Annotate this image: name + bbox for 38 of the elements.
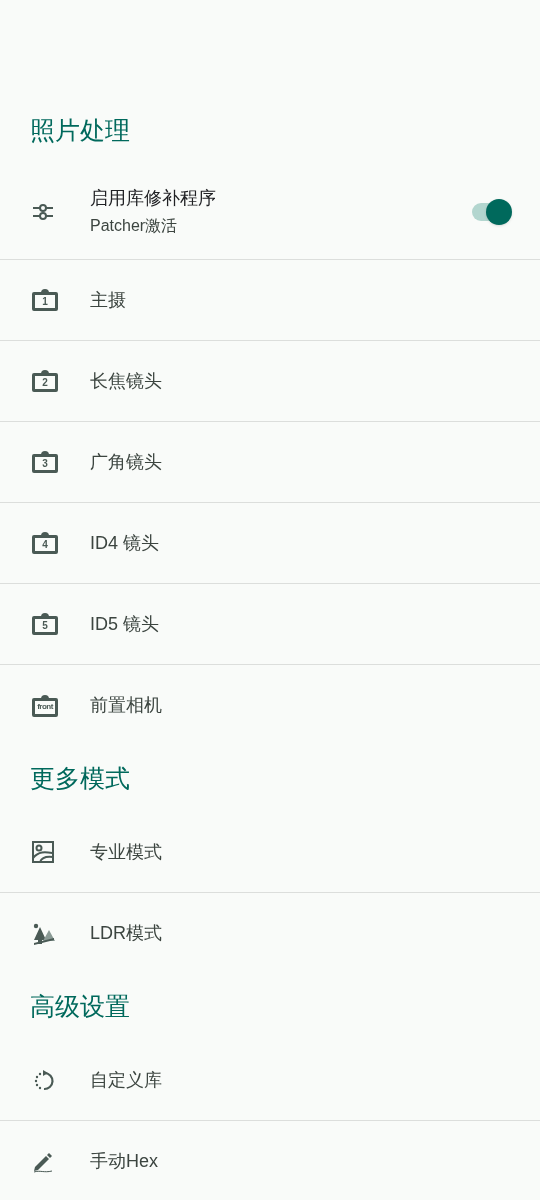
- pencil-icon: [32, 1150, 54, 1173]
- camera-number: 5: [42, 620, 48, 631]
- camera-number: 2: [42, 377, 48, 388]
- item-summary: Patcher激活: [90, 216, 179, 236]
- settings-item[interactable]: front 前置相机: [0, 665, 540, 746]
- item-title: 长焦镜头: [90, 369, 163, 393]
- item-title: LDR模式: [90, 922, 163, 945]
- item-title: ID4 镜头: [90, 531, 160, 555]
- item-title: ID5 镜头: [90, 612, 160, 636]
- image-icon: [32, 841, 54, 863]
- settings-item[interactable]: 3 广角镜头: [0, 422, 540, 503]
- item-title: 手动Hex: [90, 1150, 159, 1173]
- settings-item[interactable]: 2 长焦镜头: [0, 341, 540, 422]
- section-header: 高级设置: [30, 991, 130, 1023]
- settings-item[interactable]: 1 主摄: [0, 260, 540, 341]
- settings-item[interactable]: LDR模式: [0, 893, 540, 974]
- section-header: 照片处理: [30, 115, 130, 147]
- camera-number: 4: [42, 539, 48, 550]
- settings-item[interactable]: 启用库修补程序 Patcher激活: [0, 164, 540, 260]
- item-title: 自定义库: [90, 1068, 163, 1092]
- sliders-icon: [32, 202, 54, 221]
- item-title: 主摄: [90, 288, 127, 312]
- settings-item[interactable]: 自定义库: [0, 1040, 540, 1121]
- camera-number: front: [37, 703, 53, 711]
- item-title: 专业模式: [90, 840, 163, 864]
- section-header: 更多模式: [30, 763, 130, 795]
- settings-item[interactable]: 手动Hex: [0, 1121, 540, 1200]
- item-title: 启用库修补程序: [90, 187, 217, 210]
- camera-number: 1: [42, 296, 48, 307]
- toggle-switch[interactable]: [470, 198, 512, 225]
- settings-item[interactable]: 5 ID5 镜头: [0, 584, 540, 665]
- restore-icon: [32, 1068, 56, 1092]
- item-title: 广角镜头: [90, 450, 163, 474]
- item-title: 前置相机: [90, 694, 163, 717]
- settings-item[interactable]: 4 ID4 镜头: [0, 503, 540, 584]
- trees-icon: [32, 922, 56, 945]
- camera-number: 3: [42, 458, 48, 469]
- settings-item[interactable]: 专业模式: [0, 812, 540, 893]
